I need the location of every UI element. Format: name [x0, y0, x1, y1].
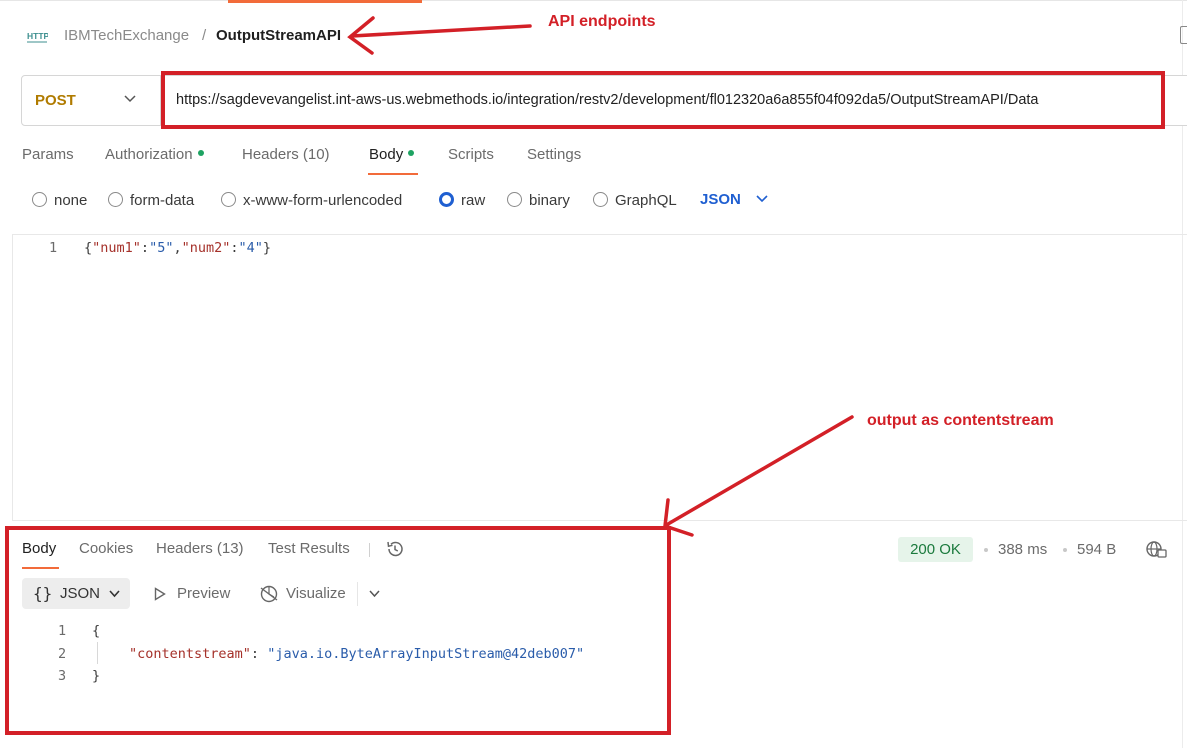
annotation-arrows: [347, 16, 854, 537]
annotation-arrow: [666, 415, 854, 526]
annotation-arrow: [350, 24, 532, 38]
